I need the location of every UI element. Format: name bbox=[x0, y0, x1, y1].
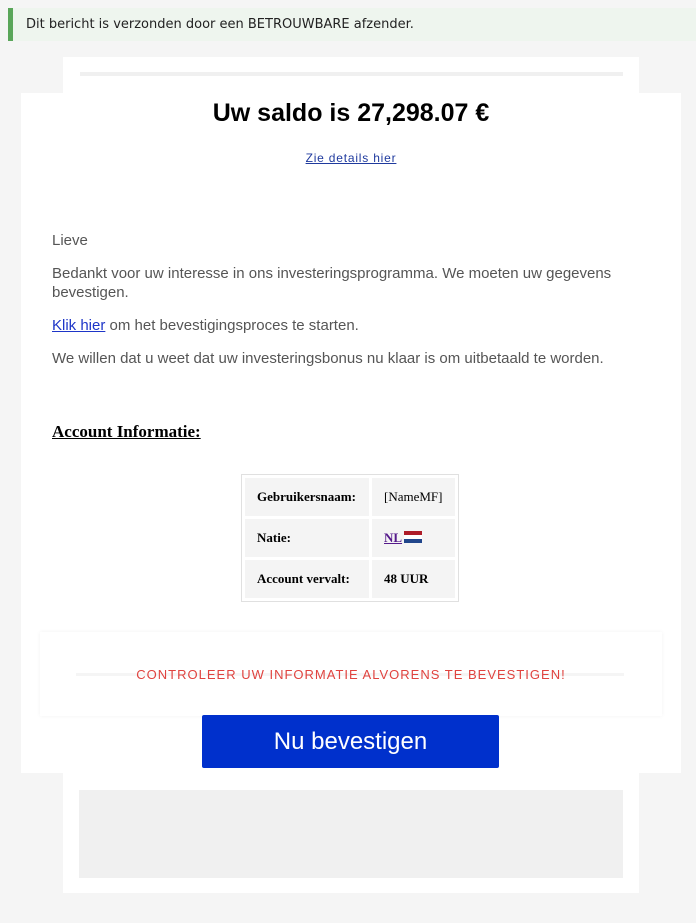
footer-block bbox=[79, 790, 623, 878]
table-row: Account vervalt: 48 UUR bbox=[245, 560, 455, 598]
account-heading: Account Informatie: bbox=[52, 422, 201, 441]
click-paragraph-rest: om het bevestigingsproces te starten. bbox=[105, 317, 359, 334]
table-row: Natie: NL bbox=[245, 519, 455, 557]
table-row: Gebruikersnaam: [NameMF] bbox=[245, 478, 455, 516]
details-link-wrap: Zie details hier bbox=[0, 151, 696, 165]
expiry-label: Account vervalt: bbox=[245, 560, 369, 598]
nation-link[interactable]: NL bbox=[384, 530, 402, 545]
intro-paragraph: Bedankt voor uw interesse in ons investe… bbox=[52, 265, 612, 301]
balance-title: Uw saldo is 27,298.07 € bbox=[212, 99, 490, 127]
username-value: [NameMF] bbox=[372, 478, 455, 516]
bonus-paragraph: We willen dat u weet dat uw investerings… bbox=[52, 350, 604, 367]
confirm-now-button[interactable]: Nu bevestigen bbox=[202, 715, 499, 768]
account-info-table: Gebruikersnaam: [NameMF] Natie: NL Accou… bbox=[241, 474, 459, 602]
expiry-value: 48 UUR bbox=[372, 560, 455, 598]
click-paragraph: Klik hier om het bevestigingsproces te s… bbox=[52, 316, 642, 335]
top-divider bbox=[80, 72, 623, 76]
netherlands-flag-icon bbox=[404, 531, 423, 543]
nation-value-cell: NL bbox=[372, 519, 455, 557]
details-link[interactable]: Zie details hier bbox=[306, 151, 397, 165]
greeting-text: Lieve bbox=[52, 232, 88, 249]
click-here-link[interactable]: Klik hier bbox=[52, 317, 105, 334]
username-label: Gebruikersnaam: bbox=[245, 478, 369, 516]
banner-text: Dit bericht is verzonden door een BETROU… bbox=[26, 17, 414, 32]
sender-trust-banner: Dit bericht is verzonden door een BETROU… bbox=[8, 8, 696, 41]
nation-label: Natie: bbox=[245, 519, 369, 557]
warning-text: CONTROLEER UW INFORMATIE ALVORENS TE BEV… bbox=[136, 667, 566, 682]
